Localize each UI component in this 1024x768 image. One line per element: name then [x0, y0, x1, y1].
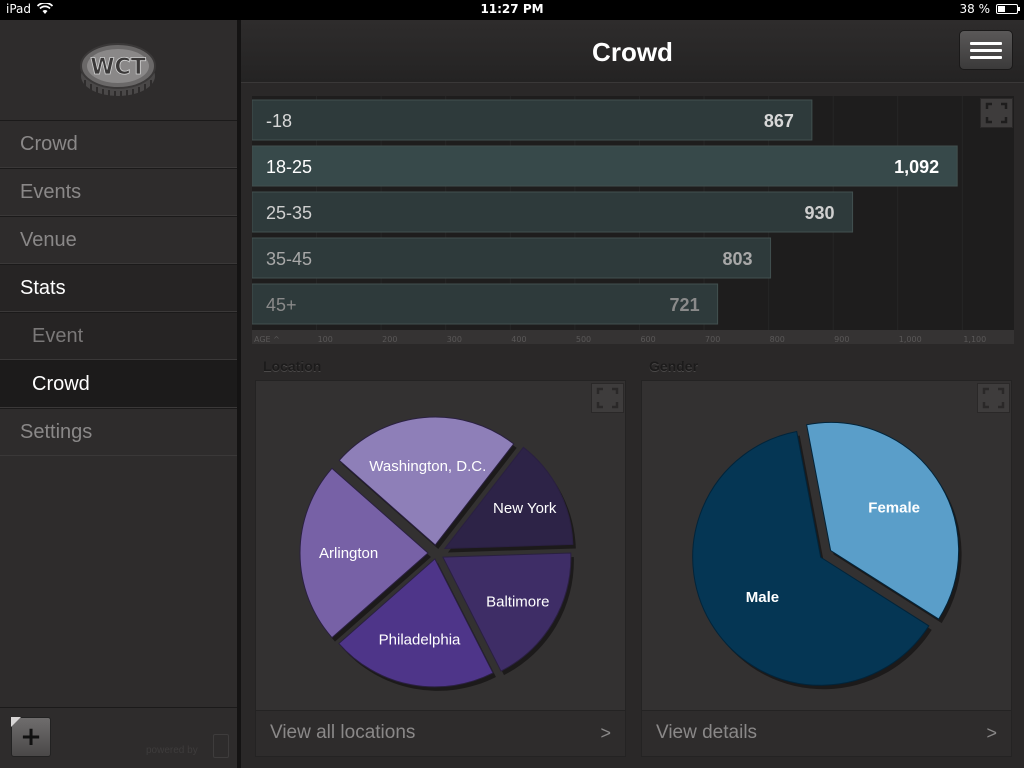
age-bar[interactable]: [252, 283, 719, 325]
battery-icon: [996, 4, 1020, 14]
age-bar-chart-panel: -18 867 18-25 1,092 25-35 930 35-45 803 45+ 721: [252, 96, 1014, 330]
age-category-label: 45+: [266, 295, 297, 315]
age-bar-chart: -18 867 18-25 1,092 25-35 930 35-45 803 45+ 721: [252, 96, 963, 330]
age-category-label: 35-45: [266, 249, 312, 269]
view-all-locations-link[interactable]: View all locations: [270, 722, 415, 744]
sidebar-footer: + powered by: [0, 707, 237, 768]
expand-icon: [985, 102, 1008, 124]
age-value-label: 803: [723, 249, 753, 269]
pie-slice-label: Female: [868, 499, 920, 516]
pie-slice-label: Male: [746, 589, 779, 606]
page-title: Crowd: [592, 37, 673, 67]
sidebar-subitem-crowd[interactable]: Crowd: [0, 360, 237, 408]
gender-panel: Female Male View details >: [641, 380, 1012, 757]
expand-icon: [982, 387, 1005, 409]
menu-button[interactable]: [959, 30, 1013, 70]
age-axis-tick: 1,100: [963, 335, 986, 344]
age-axis-tick: 1,000: [899, 335, 922, 344]
age-bar[interactable]: [252, 99, 813, 141]
expand-age-chart-button[interactable]: [980, 98, 1013, 128]
age-axis-tick: 100: [318, 335, 333, 344]
expand-location-button[interactable]: [591, 383, 624, 413]
sidebar-divider: [237, 20, 241, 768]
pie-slice-label: Philadelphia: [379, 631, 461, 648]
logo-text: WCT: [90, 55, 145, 80]
location-pie-chart: Washington, D.C. New York Baltimore Philade…: [299, 416, 576, 691]
gender-title: Gender: [649, 358, 699, 374]
age-category-label: -18: [266, 111, 292, 131]
sidebar-nav: Crowd Events Venue Stats Event Crowd Set…: [0, 120, 237, 456]
age-axis: AGE ^ 100 200 300 400 500 600 700 800 900 1,000 1,1…: [252, 330, 1014, 344]
gender-pie-chart: Female Male: [692, 422, 962, 690]
battery-percent: 38 %: [959, 2, 991, 16]
expand-gender-button[interactable]: [977, 383, 1010, 413]
powered-by-text: powered by: [146, 745, 198, 756]
age-axis-tick: 200: [382, 335, 397, 344]
wct-logo: WCT: [80, 43, 156, 102]
age-value-label: 867: [764, 111, 794, 131]
sidebar-item-stats[interactable]: Stats: [0, 264, 237, 312]
age-axis-tick: 700: [705, 335, 720, 344]
pie-slice-label: New York: [493, 500, 557, 517]
location-title: Location: [263, 358, 322, 374]
powered-by-logo-icon: [213, 734, 229, 758]
pie-slice-label: Baltimore: [486, 593, 549, 610]
age-axis-tick: 800: [770, 335, 785, 344]
age-bar[interactable]: [252, 145, 958, 187]
age-value-label: 1,092: [894, 157, 939, 177]
location-panel: Washington, D.C. New York Baltimore Philade…: [255, 380, 626, 757]
sidebar-item-settings[interactable]: Settings: [0, 408, 237, 456]
chevron-right-icon: >: [600, 723, 611, 743]
age-value-label: 930: [805, 203, 835, 223]
menu-icon: [970, 42, 1002, 45]
location-footer[interactable]: View all locations >: [256, 710, 625, 756]
view-details-link[interactable]: View details: [656, 722, 757, 744]
sidebar: WCT Crowd Events Venue Stats Event Crowd…: [0, 20, 237, 768]
chevron-right-icon: >: [986, 723, 997, 743]
age-category-label: 18-25: [266, 157, 312, 177]
sidebar-subitem-event[interactable]: Event: [0, 312, 237, 360]
age-category-label: 25-35: [266, 203, 312, 223]
age-axis-tick: 900: [834, 335, 849, 344]
age-axis-tick: 400: [511, 335, 526, 344]
age-axis-label: AGE ^: [254, 335, 280, 344]
add-button[interactable]: +: [11, 717, 51, 757]
sidebar-item-venue[interactable]: Venue: [0, 216, 237, 264]
age-axis-tick: 300: [447, 335, 462, 344]
age-axis-tick: 500: [576, 335, 591, 344]
pie-slice-label: Washington, D.C.: [369, 458, 486, 475]
status-bar: iPad 11:27 PM 38 %: [0, 0, 1024, 20]
sidebar-item-crowd[interactable]: Crowd: [0, 120, 237, 168]
sidebar-item-events[interactable]: Events: [0, 168, 237, 216]
header: Crowd: [241, 20, 1024, 83]
age-bar[interactable]: [252, 191, 854, 233]
pie-slice-label: Arlington: [319, 545, 378, 562]
gender-footer[interactable]: View details >: [642, 710, 1011, 756]
age-axis-tick: 600: [640, 335, 655, 344]
age-value-label: 721: [670, 295, 700, 315]
age-bar[interactable]: [252, 237, 772, 279]
expand-icon: [596, 387, 619, 409]
clock: 11:27 PM: [480, 2, 544, 16]
